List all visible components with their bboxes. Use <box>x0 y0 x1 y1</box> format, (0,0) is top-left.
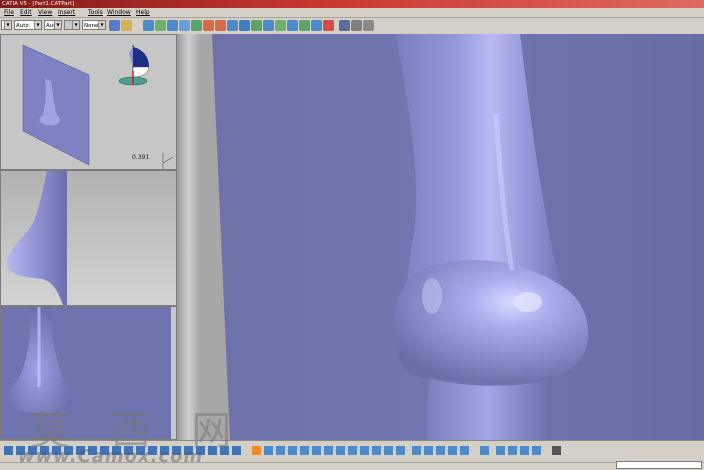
scale-value: 0.391 <box>132 154 150 161</box>
axis-icon <box>162 153 174 169</box>
hide-show-icon[interactable] <box>263 20 274 31</box>
compass-icon[interactable] <box>118 45 150 86</box>
swap-visible-icon[interactable] <box>275 20 286 31</box>
shading-icon[interactable] <box>251 20 262 31</box>
undo-icon[interactable] <box>203 20 214 31</box>
thickness-combo[interactable]: ▼ <box>64 20 80 30</box>
linetype-combo[interactable]: Aut ▼ <box>44 20 62 30</box>
isometric-view-icon[interactable] <box>239 20 250 31</box>
overview-graphic <box>22 44 174 169</box>
fit-all-icon[interactable] <box>155 20 166 31</box>
viewport-separator <box>177 34 200 440</box>
menu-window[interactable]: Window <box>107 8 131 17</box>
menu-help[interactable]: Help <box>136 8 150 17</box>
main-3d-viewport[interactable] <box>200 34 704 440</box>
rotate-icon[interactable] <box>179 20 190 31</box>
menu-insert[interactable]: Insert <box>58 8 75 17</box>
zoom-in-icon[interactable] <box>191 20 202 31</box>
surface-icon[interactable] <box>339 20 350 31</box>
painter-icon[interactable] <box>109 20 120 31</box>
top-toolbar: ▼ Auto ▼ Aut ▼ ▼ None ▼ <box>0 18 704 35</box>
multi-view-icon[interactable] <box>299 20 310 31</box>
curve-icon[interactable] <box>351 20 362 31</box>
nose-model-graphic <box>200 34 589 440</box>
properties-icon[interactable] <box>121 20 132 31</box>
layer-combo[interactable]: ▼ <box>1 20 12 30</box>
pan-icon[interactable] <box>167 20 178 31</box>
window-title: CATIA V5 - [Part1.CATPart] <box>2 1 75 7</box>
title-bar: CATIA V5 - [Part1.CATPart] <box>0 0 704 8</box>
side-profile-pane[interactable] <box>0 170 177 306</box>
menu-view[interactable]: View <box>38 8 52 17</box>
side-profile-graphic <box>7 171 67 305</box>
menu-file[interactable]: File <box>4 8 14 17</box>
normal-view-icon[interactable] <box>227 20 238 31</box>
render-style-icon[interactable] <box>287 20 298 31</box>
watermark-url: www.Camox.com <box>18 446 204 467</box>
menu-bar: File Edit View Insert Tools Window Help <box>0 8 704 18</box>
menu-tools[interactable]: Tools <box>88 8 103 17</box>
sketcher-icon[interactable] <box>323 20 334 31</box>
color-combo[interactable]: Auto ▼ <box>14 20 42 30</box>
menu-edit[interactable]: Edit <box>20 8 32 17</box>
redo-icon[interactable] <box>215 20 226 31</box>
measure-icon[interactable] <box>311 20 322 31</box>
command-input[interactable] <box>616 461 702 469</box>
analysis-icon[interactable] <box>363 20 374 31</box>
overview-pane[interactable]: 0.391 <box>0 34 177 170</box>
filter-combo[interactable]: None ▼ <box>82 20 106 30</box>
fly-mode-icon[interactable] <box>143 20 154 31</box>
